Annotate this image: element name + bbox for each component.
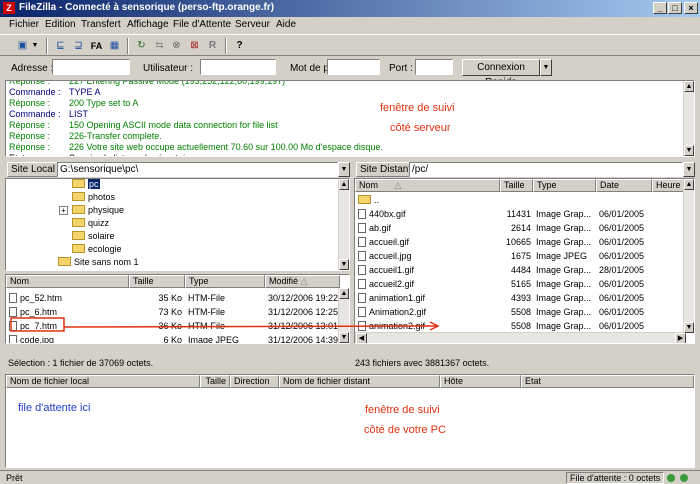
download-led-icon [680, 474, 688, 482]
status-queue-size: File d'attente : 0 octets [566, 472, 665, 484]
annotation-highlight-box [10, 317, 65, 332]
status-bar: Prêt File d'attente : 0 octets [0, 470, 700, 484]
annotation-overlay [10, 317, 440, 332]
status-ready: Prêt [6, 473, 23, 483]
annotation-arrow-line [63, 325, 437, 328]
upload-led-icon [667, 474, 675, 482]
